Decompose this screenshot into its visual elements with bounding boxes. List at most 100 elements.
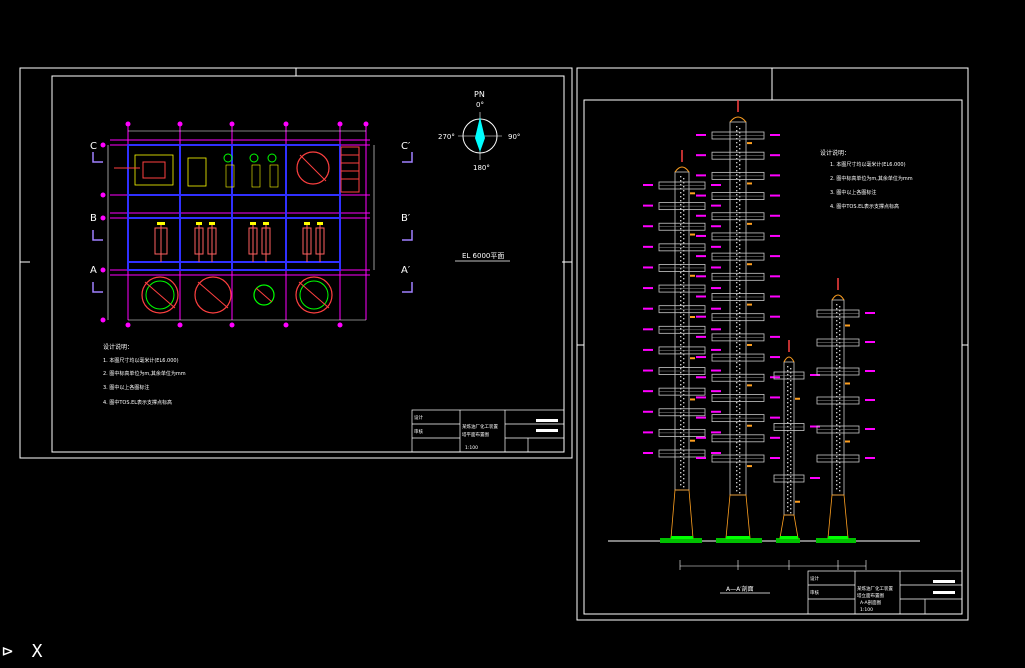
ladder-rung <box>787 434 789 436</box>
platform-elevation-tag <box>696 335 706 338</box>
platform-elevation-tag <box>865 312 875 314</box>
ladder-rung <box>680 224 682 226</box>
ladder-rung <box>736 314 738 316</box>
ladder-rung <box>683 310 685 312</box>
ladder-rung <box>736 214 738 216</box>
ladder-rung <box>790 460 792 462</box>
ladder-rung <box>787 410 789 412</box>
ladder-rung <box>787 402 789 404</box>
ladder-rung <box>680 444 682 446</box>
ladder-rung <box>790 464 792 466</box>
ladder-rung <box>739 164 741 166</box>
ladder-rung <box>680 484 682 486</box>
ladder-rung <box>736 270 738 272</box>
ladder-rung <box>683 334 685 336</box>
nozzle <box>747 343 752 346</box>
ladder-rung <box>736 390 738 392</box>
ladder-rung <box>680 276 682 278</box>
ladder-rung <box>683 426 685 428</box>
ladder-rung <box>739 432 741 434</box>
platform-elevation-tag <box>643 452 653 454</box>
ladder-rung <box>680 340 682 342</box>
ladder-rung <box>790 380 792 382</box>
ladder-rung <box>680 476 682 478</box>
ladder-rung <box>739 144 741 146</box>
ladder-rung <box>736 242 738 244</box>
ladder-rung <box>736 298 738 300</box>
ladder-rung <box>736 226 738 228</box>
ladder-rung <box>683 278 685 280</box>
nozzle <box>690 398 695 401</box>
ladder-rung <box>839 402 841 404</box>
ladder-rung <box>680 440 682 442</box>
ladder-rung <box>680 344 682 346</box>
platform-elevation-tag <box>643 287 653 290</box>
ladder-rung <box>680 356 682 358</box>
ladder-rung <box>683 286 685 288</box>
section-label: A—A′剖面 <box>726 585 754 593</box>
platform-elevation-tag <box>696 356 706 359</box>
ladder-rung <box>836 372 838 374</box>
ladder-rung <box>683 470 685 472</box>
plan-note-4: 4. 图中TOS.EL表示支撑点标高 <box>103 399 172 406</box>
ladder-rung <box>736 302 738 304</box>
ladder-rung <box>739 200 741 202</box>
ladder-rung <box>839 450 841 452</box>
nozzle <box>690 233 695 236</box>
ladder-rung <box>680 232 682 234</box>
cad-drawing-canvas[interactable]: C B A C′ B′ A′ PN 0° 90° 180° 270° EL 60… <box>0 0 1025 668</box>
ladder-rung <box>736 258 738 260</box>
ladder-rung <box>836 452 838 454</box>
ladder-rung <box>683 266 685 268</box>
ladder-rung <box>683 382 685 384</box>
ladder-rung <box>680 220 682 222</box>
ladder-rung <box>736 490 738 492</box>
ladder-rung <box>683 474 685 476</box>
ladder-rung <box>787 370 789 372</box>
ladder-rung <box>790 448 792 450</box>
ladder-rung <box>836 384 838 386</box>
ladder-rung <box>736 446 738 448</box>
ladder-rung <box>739 176 741 178</box>
ladder-rung <box>836 436 838 438</box>
ladder-rung <box>683 254 685 256</box>
platform-elevation-tag <box>711 225 721 228</box>
ladder-rung <box>839 394 841 396</box>
ladder-rung <box>790 404 792 406</box>
platform-elevation-tag <box>696 275 706 278</box>
ladder-rung <box>736 274 738 276</box>
platform-elevation-tag <box>696 396 706 399</box>
ladder-rung <box>736 230 738 232</box>
platform-elevation-tag <box>770 134 780 136</box>
platform-elevation-tag <box>643 184 653 186</box>
ladder-rung <box>736 306 738 308</box>
ladder-rung <box>683 438 685 440</box>
ladder-rung <box>680 360 682 362</box>
ladder-rung <box>739 344 741 346</box>
ladder-rung <box>836 420 838 422</box>
platform-elevation-tag <box>865 341 875 343</box>
ladder-rung <box>836 448 838 450</box>
ladder-rung <box>736 482 738 484</box>
ladder-rung <box>739 364 741 366</box>
tower-base <box>671 536 693 539</box>
ladder-rung <box>680 464 682 466</box>
ladder-rung <box>683 342 685 344</box>
ladder-rung <box>683 362 685 364</box>
ladder-rung <box>836 484 838 486</box>
ladder-rung <box>739 264 741 266</box>
ladder-rung <box>787 458 789 460</box>
ladder-rung <box>739 468 741 470</box>
ladder-rung <box>683 298 685 300</box>
plan-note-1: 1. 本图尺寸均以毫米计(EL6.000) <box>103 357 179 364</box>
ladder-rung <box>736 250 738 252</box>
platform-elevation-tag <box>711 307 721 310</box>
ladder-rung <box>736 146 738 148</box>
ladder-rung <box>836 304 838 306</box>
ladder-rung <box>839 422 841 424</box>
ladder-rung <box>790 388 792 390</box>
platform-elevation-tag <box>643 328 653 331</box>
ladder-rung <box>680 324 682 326</box>
ladder-rung <box>680 480 682 482</box>
ladder-rung <box>790 412 792 414</box>
